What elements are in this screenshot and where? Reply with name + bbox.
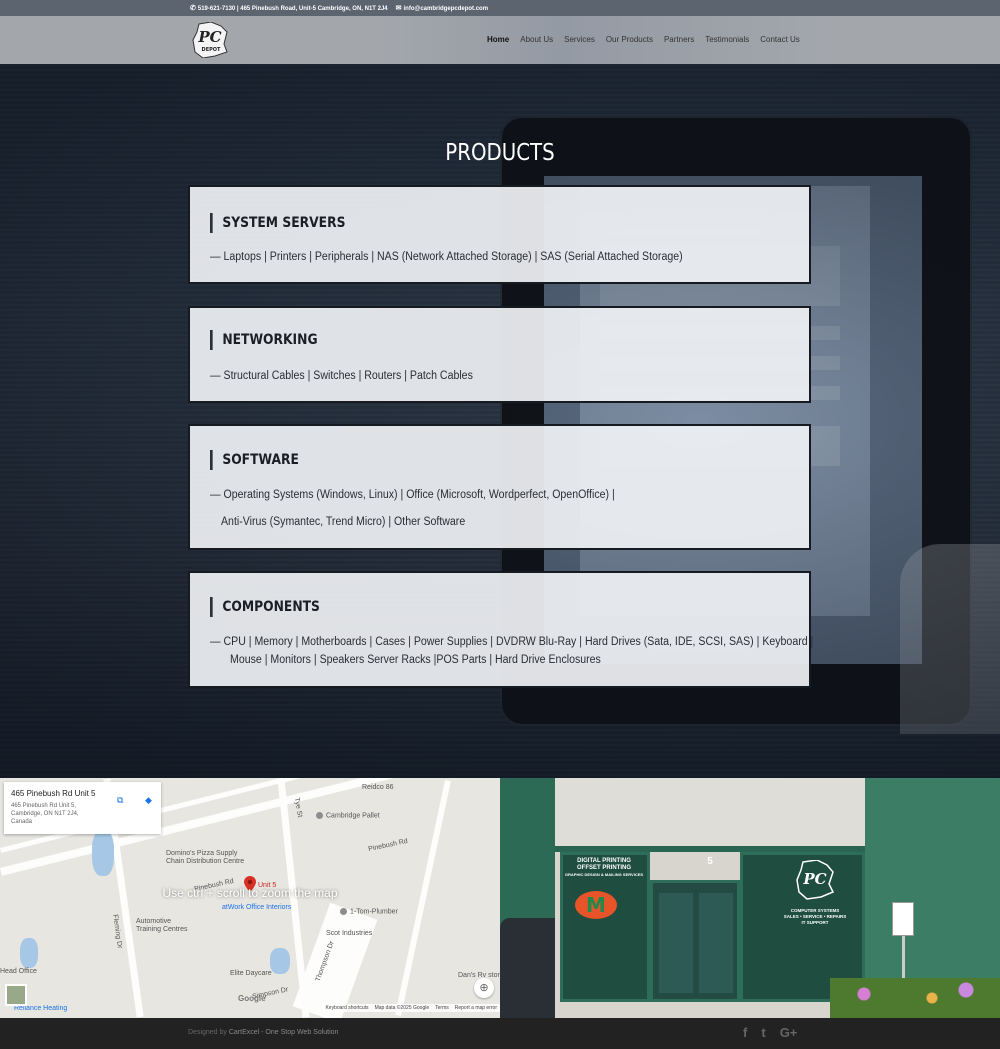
map-label: Head Office (0, 968, 37, 975)
map-info-card: 465 Pinebush Rd Unit 5 465 Pinebush Rd U… (4, 782, 161, 834)
card-heading: SYSTEM SERVERS (210, 213, 345, 233)
contact-text: 519-621-7130 | 465 Pinebush Road, Unit-5… (197, 6, 388, 12)
email-link[interactable]: info@cambridgepcdepot.com (404, 6, 489, 12)
recenter-icon[interactable]: ⊕ (474, 978, 494, 998)
map-label: atWork Office Interiors (222, 904, 292, 911)
keyboard-shortcuts-link[interactable]: Keyboard shortcuts (325, 1005, 368, 1011)
map-label: 1-Tom-Plumber (340, 908, 398, 915)
nav-item-partners[interactable]: Partners (664, 35, 694, 44)
nav-item-our-products[interactable]: Our Products (606, 35, 653, 44)
map-label: Reliance Heating (14, 1005, 68, 1012)
card-text: — Structural Cables | Switches | Routers… (210, 370, 473, 382)
road-label: Fleming Dr (111, 914, 123, 949)
print-shop-sign: DIGITAL PRINTING OFFSET PRINTING GRAPHIC… (564, 858, 644, 877)
svg-text:DEPOT: DEPOT (202, 47, 221, 53)
minuteman-logo: M (575, 891, 617, 919)
flower-bed (830, 978, 1000, 1018)
google-plus-icon[interactable]: G+ (780, 1025, 798, 1040)
card-text: Mouse | Monitors | Speakers Server Racks… (230, 654, 601, 666)
open-in-maps-icon[interactable]: ⧉ (117, 795, 127, 805)
site-header: PC DEPOT Home About Us Services Our Product… (0, 16, 1000, 64)
card-heading: COMPONENTS (210, 597, 320, 617)
place-address: 465 Pinebush Rd Unit 5, Cambridge, ON N1… (11, 803, 79, 825)
product-card-networking: NETWORKING — Structural Cables | Switche… (188, 306, 811, 403)
product-card-components: COMPONENTS — CPU | Memory | Motherboards… (188, 571, 814, 688)
directions-icon[interactable]: ◆ (145, 795, 155, 805)
twitter-icon[interactable]: t (761, 1025, 765, 1040)
parked-car (500, 918, 555, 1018)
card-text: — CPU | Memory | Motherboards | Cases | … (210, 636, 814, 648)
social-links: f t G+ (743, 1025, 797, 1040)
nav-item-home[interactable]: Home (487, 35, 509, 44)
map-label: Automotive Training Centres (136, 918, 188, 933)
nav-item-about-us[interactable]: About Us (520, 35, 553, 44)
site-footer: Designed by CartExcel - One Stop Web Sol… (0, 1018, 1000, 1049)
place-name: 465 Pinebush Rd Unit 5 (11, 789, 96, 798)
map-label: Cambridge Pallet (316, 812, 380, 819)
nav-item-contact-us[interactable]: Contact Us (760, 35, 800, 44)
phone-contact: ✆ 519-621-7130 | 465 Pinebush Road, Unit-… (190, 4, 388, 12)
google-logo: Google (238, 994, 266, 1003)
facebook-icon[interactable]: f (743, 1025, 747, 1040)
map-label: Domino's Pizza Supply Chain Distribution… (166, 850, 245, 865)
product-card-software: SOFTWARE — Operating Systems (Windows, L… (188, 424, 811, 550)
map-label: Scot Industries (326, 930, 373, 937)
svg-text:PC: PC (802, 870, 826, 888)
card-heading: NETWORKING (210, 330, 318, 350)
products-hero: PRODUCTS SYSTEM SERVERS — Laptops | Prin… (0, 64, 1000, 778)
pc-depot-window-logo: PC (796, 860, 835, 900)
card-heading: SOFTWARE (210, 450, 299, 470)
card-text: Anti-Virus (Symantec, Trend Micro) | Oth… (221, 516, 466, 528)
mail-icon: ✉ (395, 5, 402, 12)
satellite-toggle[interactable] (5, 984, 27, 1006)
storefront-photo: DIGITAL PRINTING OFFSET PRINTING GRAPHIC… (500, 778, 1000, 1018)
pc-depot-logo[interactable]: PC DEPOT (191, 22, 229, 58)
page-title: PRODUCTS (445, 140, 555, 166)
product-card-system-servers: SYSTEM SERVERS — Laptops | Printers | Pe… (188, 185, 811, 284)
card-text: — Operating Systems (Windows, Linux) | O… (210, 489, 615, 501)
unit-number: 5 (707, 856, 713, 867)
designer-link[interactable]: CartExcel - One Stop Web Solution (229, 1029, 339, 1036)
svg-text:PC: PC (197, 28, 221, 46)
phone-icon: ✆ (190, 5, 196, 12)
road-label: Pinebush Rd (367, 837, 409, 854)
map-zoom-hint: Use ctrl + scroll to zoom the map (162, 886, 338, 900)
main-navigation: Home About Us Services Our Products Partners… (487, 35, 811, 44)
map-data-text: Map data ©2025 Google (374, 1005, 430, 1011)
svg-text:M: M (586, 893, 606, 917)
entrance-door (650, 880, 740, 1002)
card-text: — Laptops | Printers | Peripherals | NAS… (210, 251, 683, 263)
nav-item-testimonials[interactable]: Testimonials (705, 35, 749, 44)
map-label: Reidco 86 (362, 784, 394, 791)
report-error-link[interactable]: Report a map error (455, 1005, 497, 1011)
top-info-bar: ✆ 519-621-7130 | 465 Pinebush Road, Unit-… (0, 0, 1000, 16)
map-label: Elite Daycare (230, 970, 272, 977)
footer-credit: Designed by CartExcel - One Stop Web Sol… (188, 1029, 339, 1036)
parking-sign (892, 902, 914, 936)
terms-link[interactable]: Terms (435, 1005, 449, 1011)
email-contact[interactable]: ✉ info@cambridgepcdepot.com (396, 4, 488, 12)
nav-item-services[interactable]: Services (564, 35, 595, 44)
map-attribution: Keyboard shortcuts Map data ©2025 Google… (322, 1004, 500, 1012)
google-map[interactable]: Reidco 86 Cambridge Pallet Domino's Pizz… (0, 778, 500, 1018)
pc-depot-window-sign: COMPUTER SYSTEMS SALES • SERVICE • REPAI… (783, 908, 847, 925)
